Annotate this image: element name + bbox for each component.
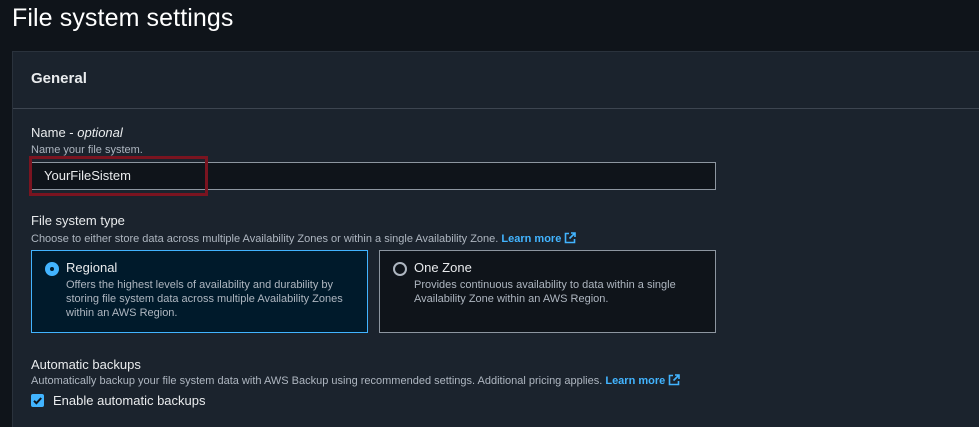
name-label: Name - optional bbox=[31, 125, 123, 140]
one-zone-desc-line: Provides continuous availability to data… bbox=[414, 279, 676, 291]
learn-more-link[interactable]: Learn more bbox=[501, 233, 561, 245]
one-zone-title: One Zone bbox=[414, 260, 472, 275]
page-title: File system settings bbox=[12, 4, 234, 32]
backups-checkbox[interactable] bbox=[31, 394, 44, 407]
general-panel: General Name - optional Name your file s… bbox=[12, 51, 979, 427]
regional-description: Offers the highest levels of availabilit… bbox=[66, 278, 343, 320]
fs-type-label: File system type bbox=[31, 213, 125, 228]
checkmark-icon bbox=[33, 397, 42, 405]
regional-desc-line: within an AWS Region. bbox=[66, 307, 178, 319]
name-label-text: Name - bbox=[31, 125, 78, 140]
optional-tag: optional bbox=[77, 125, 123, 140]
one-zone-desc-line: Availability Zone within an AWS Region. bbox=[414, 293, 609, 305]
backups-learn-more-link[interactable]: Learn more bbox=[605, 375, 665, 387]
one-zone-option-tile[interactable]: One Zone Provides continuous availabilit… bbox=[379, 250, 716, 333]
backups-label: Automatic backups bbox=[31, 357, 141, 372]
regional-desc-line: storing file system data across multiple… bbox=[66, 293, 343, 305]
external-link-icon bbox=[668, 374, 681, 386]
external-link-icon bbox=[565, 232, 577, 244]
name-description: Name your file system. bbox=[31, 144, 143, 156]
panel-title: General bbox=[31, 70, 87, 87]
backups-checkbox-label[interactable]: Enable automatic backups bbox=[53, 393, 205, 408]
panel-header: General bbox=[13, 52, 979, 109]
fs-type-description: Choose to either store data across multi… bbox=[31, 232, 577, 245]
backups-description-text: Automatically backup your file system da… bbox=[31, 375, 603, 387]
annotation-highlight-box bbox=[29, 156, 208, 196]
regional-desc-line: Offers the highest levels of availabilit… bbox=[66, 279, 333, 291]
fs-type-description-text: Choose to either store data across multi… bbox=[31, 233, 499, 245]
backups-description: Automatically backup your file system da… bbox=[31, 374, 681, 387]
one-zone-description: Provides continuous availability to data… bbox=[414, 278, 676, 306]
one-zone-radio[interactable] bbox=[393, 262, 407, 276]
regional-option-tile[interactable]: Regional Offers the highest levels of av… bbox=[31, 250, 368, 333]
regional-title: Regional bbox=[66, 260, 118, 275]
regional-radio[interactable] bbox=[45, 262, 59, 276]
